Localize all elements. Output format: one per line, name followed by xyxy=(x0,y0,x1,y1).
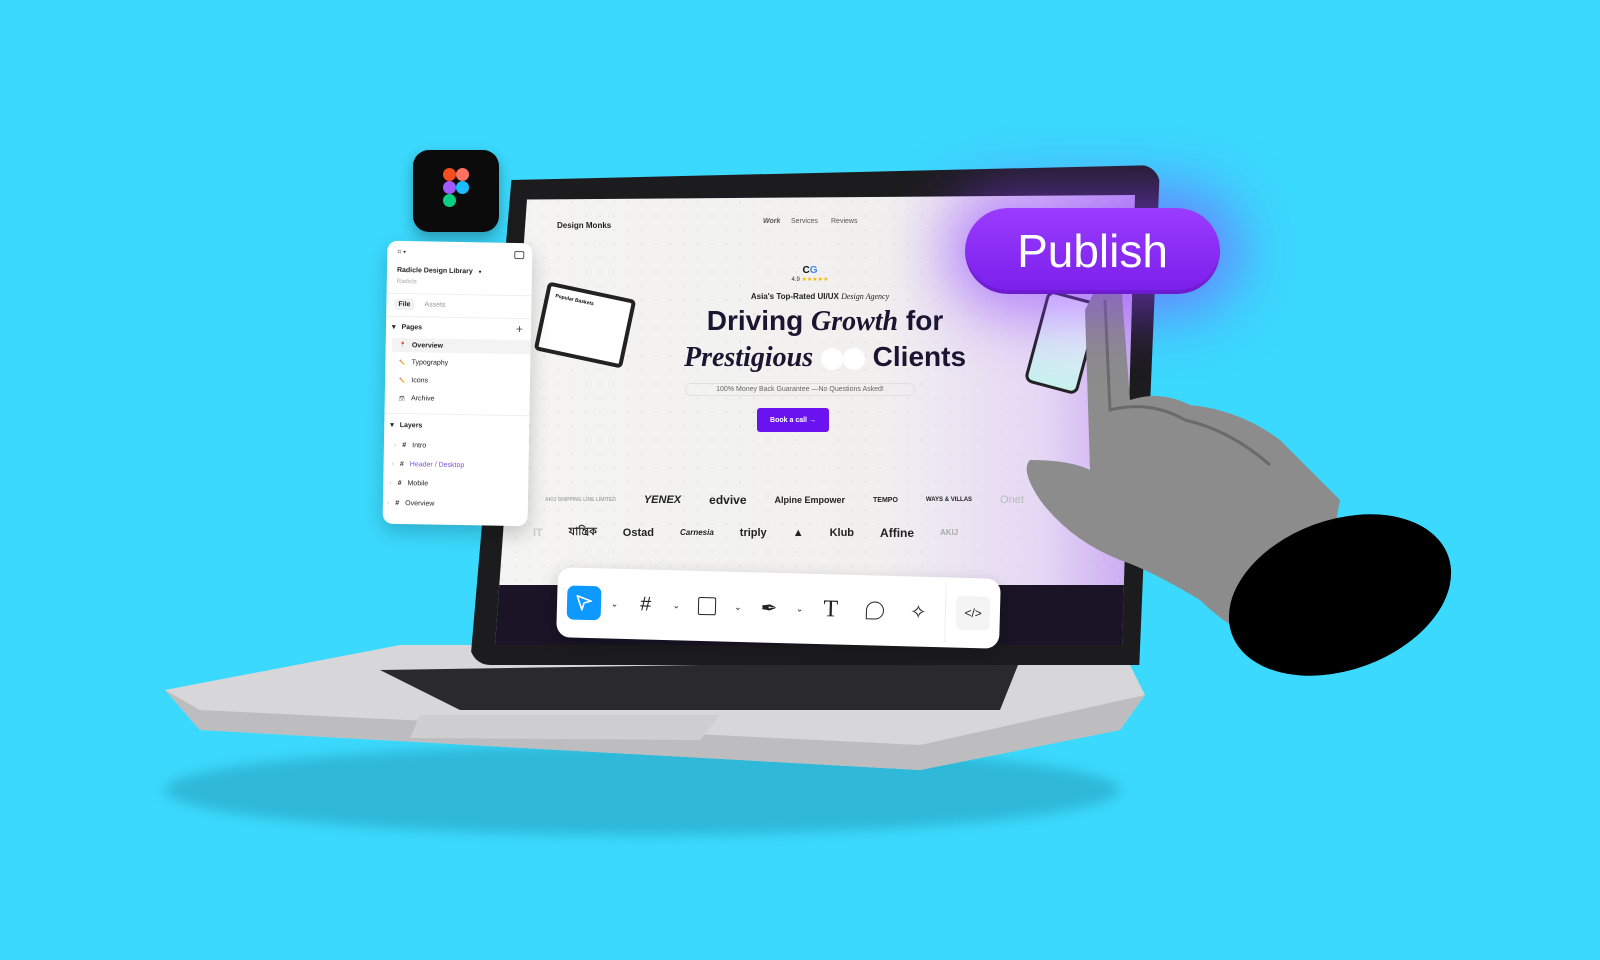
comment-icon[interactable] xyxy=(857,593,892,628)
client-logo: Carnesia xyxy=(679,528,714,537)
layer-item-selected[interactable]: › # Header / Desktop xyxy=(392,461,529,470)
layer-item[interactable]: › # Mobile xyxy=(389,480,528,489)
figma-app-icon xyxy=(413,150,499,232)
pages-header[interactable]: ▾ Pages xyxy=(392,323,531,333)
page-item[interactable]: 📍 Overview xyxy=(391,337,531,355)
chevron-down-icon[interactable]: ⌄ xyxy=(734,601,742,612)
rating-value: 4.9 xyxy=(791,277,800,283)
tab-assets[interactable]: Assets xyxy=(424,301,445,308)
code-icon[interactable]: </> xyxy=(955,595,991,631)
client-logo: IT xyxy=(533,526,543,539)
page-item[interactable]: ✏️ Icons xyxy=(399,377,530,386)
review-logos: CG xyxy=(802,265,818,276)
client-logo: Klub xyxy=(829,526,855,539)
figma-logo-icon xyxy=(443,168,469,207)
team-name: Radicle xyxy=(396,278,417,286)
client-logo: AKIJ xyxy=(940,528,959,537)
client-logo: AKIJ SHIPPING LINE LIMITED xyxy=(545,497,616,503)
stars-icon: ★★★★★ xyxy=(801,277,829,283)
frame-icon[interactable]: # xyxy=(628,587,663,622)
pen-icon[interactable]: ✒ xyxy=(752,590,787,625)
figma-badge-icon xyxy=(820,347,843,370)
layer-item[interactable]: › # Overview xyxy=(387,500,528,509)
client-logo: Ostad xyxy=(622,526,654,539)
client-logo: ▲ xyxy=(792,526,804,539)
client-logo: WAYS & VILLAS xyxy=(925,497,973,503)
client-logo: Affine xyxy=(880,525,915,540)
page-item[interactable]: ✏️ Typography xyxy=(399,359,530,368)
book-call-button[interactable]: Book a call → xyxy=(757,408,829,432)
headline: Driving Growth for Prestigious Clients xyxy=(683,305,967,373)
figma-toolbar: ⌄ # ⌄ ⌄ ✒ ⌄ T ✧ </> xyxy=(556,567,1001,649)
client-logo: যান্ত্রিক xyxy=(568,526,597,538)
layer-item[interactable]: › # Intro xyxy=(394,442,529,451)
chevron-down-icon[interactable]: ⌄ xyxy=(796,603,804,614)
site-brand: Design Monks xyxy=(557,221,612,230)
actions-icon[interactable]: ✧ xyxy=(901,594,936,629)
client-logo: Alpine Empower xyxy=(774,495,846,505)
framer-badge-icon xyxy=(842,347,865,370)
guarantee: 100% Money Back Guarantee —No Questions … xyxy=(685,383,915,396)
page-item[interactable]: 🗃 Archive xyxy=(399,395,530,404)
rectangle-icon[interactable] xyxy=(690,589,725,624)
hand-illustration xyxy=(1026,283,1452,676)
layers-header[interactable]: ▾ Layers xyxy=(390,421,529,431)
nav-services[interactable]: Services xyxy=(791,218,818,225)
nav-reviews[interactable]: Reviews xyxy=(831,218,857,225)
client-logo: edvive xyxy=(709,493,747,507)
tab-file[interactable]: File xyxy=(394,298,415,311)
nav-work[interactable]: Work xyxy=(763,218,780,225)
publish-button[interactable]: Publish xyxy=(965,208,1220,294)
figma-menu-icon[interactable]: ⌗ ▾ xyxy=(397,249,532,259)
tagline: Asia's Top-Rated UI/UX Design Agency xyxy=(750,292,890,301)
add-page-icon[interactable]: + xyxy=(516,322,523,336)
client-logo: TEMPO xyxy=(873,496,898,504)
text-icon[interactable]: T xyxy=(813,592,848,627)
sidebar-toggle-icon[interactable] xyxy=(514,250,525,260)
client-logo: triply xyxy=(739,526,767,539)
figma-layers-panel: ⌗ ▾ Radicle Design Library ▾ Radicle File… xyxy=(382,240,533,527)
chevron-down-icon[interactable]: ⌄ xyxy=(672,600,680,611)
move-icon[interactable] xyxy=(566,585,602,621)
client-logo: YENEX xyxy=(643,494,682,506)
rating: CG 4.9 ★★★★★ xyxy=(780,265,840,283)
file-name[interactable]: Radicle Design Library ▾ xyxy=(397,267,532,276)
chevron-down-icon[interactable]: ⌄ xyxy=(611,598,619,609)
